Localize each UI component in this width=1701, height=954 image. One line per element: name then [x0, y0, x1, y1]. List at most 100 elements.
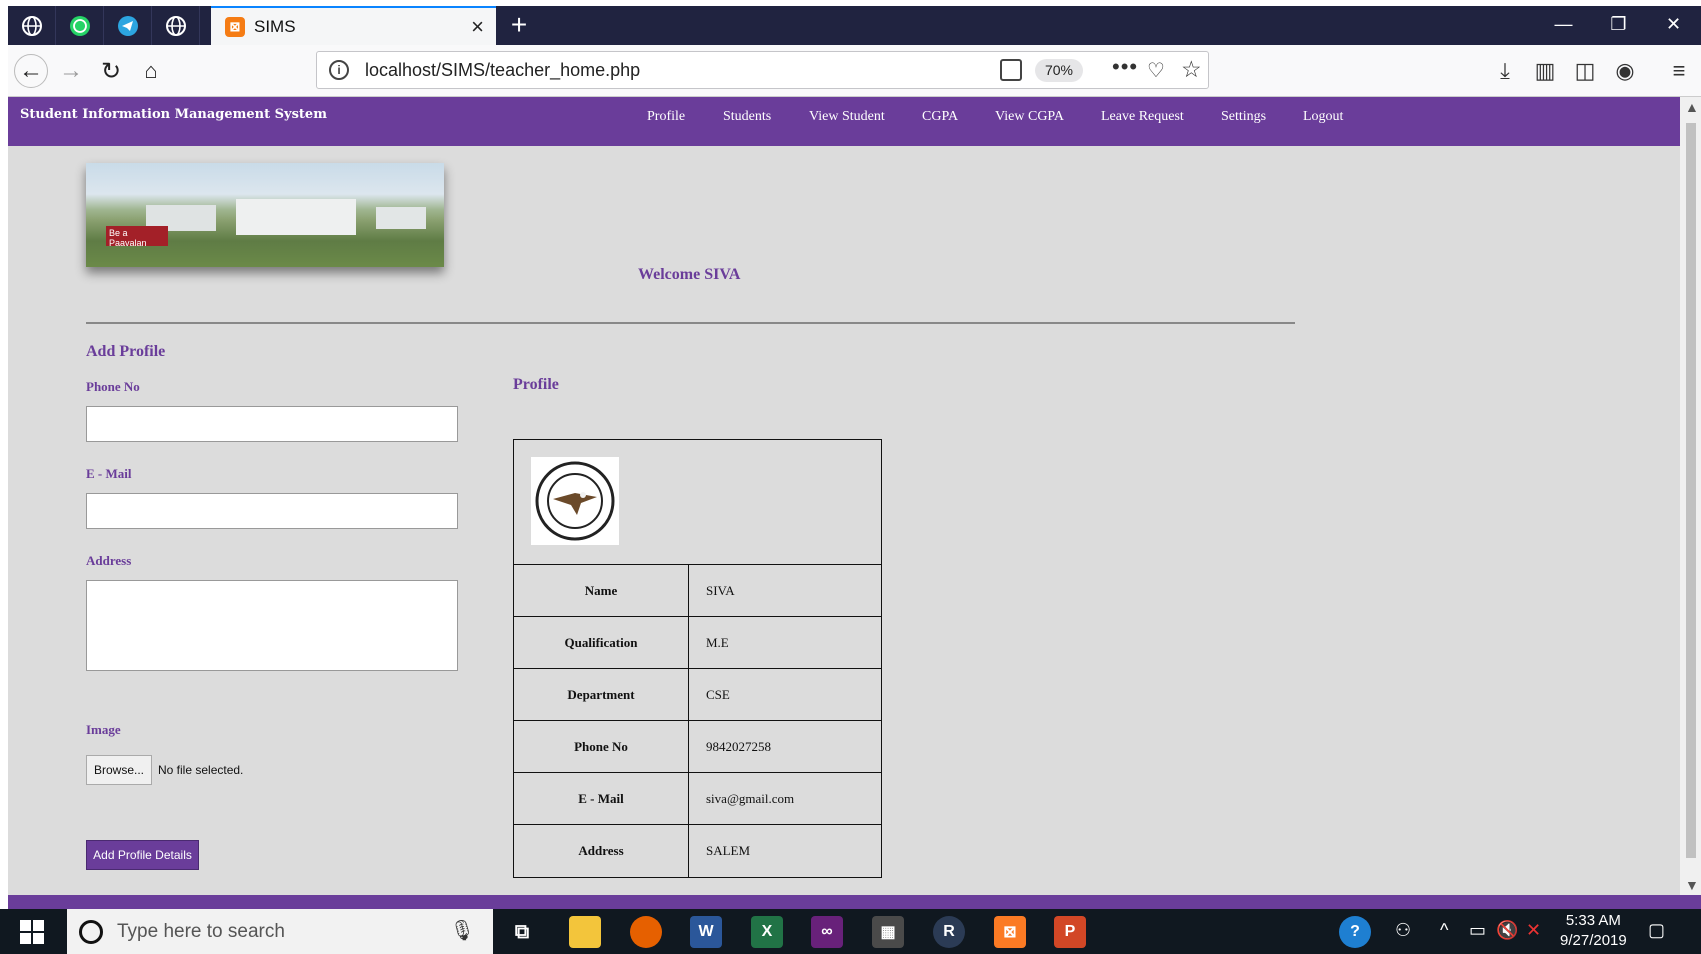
taskbar-search[interactable]: Type here to search 🎙	[67, 909, 493, 954]
excel-icon[interactable]: X	[751, 916, 783, 948]
tab-close-icon[interactable]: ×	[471, 14, 484, 40]
table-row: E - Mail siva@gmail.com	[514, 773, 881, 825]
battery-icon[interactable]: ▭	[1469, 920, 1486, 941]
network-icon[interactable]: ✕	[1526, 920, 1541, 941]
scroll-down-icon[interactable]: ▼	[1685, 877, 1699, 893]
nav-profile[interactable]: Profile	[647, 109, 685, 125]
close-window-button[interactable]: ✕	[1651, 6, 1696, 45]
home-icon[interactable]: ⌂	[134, 54, 168, 88]
pocket-icon[interactable]: ♡	[1147, 58, 1165, 83]
people-icon[interactable]: ⚇	[1395, 920, 1411, 941]
nav-cgpa[interactable]: CGPA	[922, 109, 958, 125]
word-icon[interactable]: W	[690, 916, 722, 948]
download-icon[interactable]: ⤓	[1488, 54, 1522, 88]
help-icon[interactable]: ?	[1339, 916, 1371, 948]
windows-start-icon[interactable]	[20, 920, 44, 944]
table-row: Name SIVA	[514, 565, 881, 617]
site-footer	[8, 895, 1701, 909]
microphone-icon[interactable]: 🎙	[450, 918, 475, 943]
row-value: M.E	[706, 634, 729, 650]
bookmark-star-icon[interactable]: ☆	[1181, 56, 1202, 83]
row-key: Department	[514, 669, 689, 720]
row-value: siva@gmail.com	[706, 790, 795, 806]
reload-icon[interactable]: ↻	[94, 54, 128, 88]
account-icon[interactable]: ◉	[1608, 54, 1642, 88]
row-key: Address	[514, 825, 689, 877]
eagle-emblem-icon	[535, 461, 615, 541]
url-text[interactable]: localhost/SIMS/teacher_home.php	[365, 60, 640, 81]
row-key: Name	[514, 565, 689, 616]
tab-sims[interactable]: ⊠ SIMS ×	[211, 6, 496, 45]
globe-icon	[21, 15, 42, 36]
table-row: Qualification M.E	[514, 617, 881, 669]
back-arrow-icon[interactable]: ←	[14, 54, 48, 88]
image-label: Image	[86, 722, 121, 737]
phone-label: Phone No	[86, 379, 140, 394]
nav-logout[interactable]: Logout	[1303, 109, 1343, 125]
clock-date: 9/27/2019	[1560, 932, 1627, 949]
zoom-badge[interactable]: 70%	[1035, 59, 1083, 82]
restore-button[interactable]: ❐	[1596, 6, 1641, 45]
clock-time: 5:33 AM	[1565, 912, 1621, 929]
banner-tagline: Be a Paavalan	[106, 226, 168, 248]
firefox-icon[interactable]	[630, 916, 662, 948]
powerpoint-icon[interactable]: P	[1054, 916, 1086, 948]
nav-settings[interactable]: Settings	[1221, 109, 1266, 125]
nav-view-student[interactable]: View Student	[809, 109, 885, 125]
chevron-up-icon[interactable]: ^	[1440, 920, 1448, 941]
scroll-up-icon[interactable]: ▲	[1685, 99, 1699, 115]
page-actions-icon[interactable]: •••	[1112, 54, 1138, 80]
search-placeholder: Type here to search	[117, 921, 285, 942]
address-bar[interactable]: i localhost/SIMS/teacher_home.php 70% ••…	[316, 51, 1209, 89]
table-row: Phone No 9842027258	[514, 721, 881, 773]
pinned-tab-globe-2[interactable]	[152, 6, 200, 45]
phone-input[interactable]	[86, 406, 458, 442]
page-scrollbar[interactable]: ▲ ▼	[1680, 97, 1701, 895]
add-profile-details-button[interactable]: Add Profile Details	[86, 840, 199, 870]
new-tab-button[interactable]: +	[504, 6, 534, 45]
nav-students[interactable]: Students	[723, 109, 771, 125]
email-label: E - Mail	[86, 466, 132, 481]
file-explorer-icon[interactable]	[569, 916, 601, 948]
cortana-icon	[79, 920, 103, 944]
volume-muted-icon[interactable]: 🔇	[1496, 920, 1518, 941]
telegram-icon	[117, 15, 138, 36]
notification-icon[interactable]: ▢	[1648, 920, 1665, 941]
info-icon[interactable]: i	[329, 60, 349, 80]
nav-leave-request[interactable]: Leave Request	[1101, 109, 1184, 125]
taskbar-clock[interactable]: 5:33 AM 9/27/2019	[1560, 911, 1627, 951]
row-value: SIVA	[706, 582, 735, 598]
site-navbar: Student Information Management System Pr…	[8, 97, 1680, 146]
forward-arrow-icon[interactable]: →	[54, 54, 88, 88]
whatsapp-icon	[69, 15, 90, 36]
welcome-message: Welcome SIVA	[638, 266, 741, 283]
scroll-thumb[interactable]	[1686, 123, 1696, 858]
visual-studio-icon[interactable]: ∞	[811, 916, 843, 948]
reader-view-icon[interactable]	[1000, 59, 1022, 81]
pinned-tab-telegram[interactable]	[104, 6, 152, 45]
raptors-logo	[531, 457, 619, 545]
row-key: Qualification	[514, 617, 689, 668]
app-icon[interactable]: ▦	[872, 916, 904, 948]
table-row: Address SALEM	[514, 825, 881, 877]
pinned-tab-whatsapp[interactable]	[56, 6, 104, 45]
email-input[interactable]	[86, 493, 458, 529]
r-language-icon[interactable]: R	[933, 916, 965, 948]
divider	[86, 322, 1295, 324]
sidebar-icon[interactable]: ◫	[1568, 54, 1602, 88]
row-value: 9842027258	[706, 738, 771, 754]
menu-icon[interactable]: ≡	[1662, 54, 1696, 88]
task-view-icon[interactable]: ⧉	[506, 916, 538, 948]
minimize-button[interactable]: —	[1541, 6, 1586, 45]
add-profile-heading: Add Profile	[86, 343, 166, 360]
file-status: No file selected.	[158, 763, 244, 777]
nav-view-cgpa[interactable]: View CGPA	[995, 109, 1064, 125]
address-textarea[interactable]	[86, 580, 458, 671]
pinned-tab-globe[interactable]	[8, 6, 56, 45]
xampp-icon[interactable]: ⊠	[994, 916, 1026, 948]
profile-table: Name SIVA Qualification M.E Department C…	[513, 439, 882, 878]
site-brand[interactable]: Student Information Management System	[20, 107, 327, 122]
library-icon[interactable]: ▥	[1528, 54, 1562, 88]
row-key: E - Mail	[514, 773, 689, 824]
browse-button[interactable]: Browse...	[86, 755, 152, 785]
